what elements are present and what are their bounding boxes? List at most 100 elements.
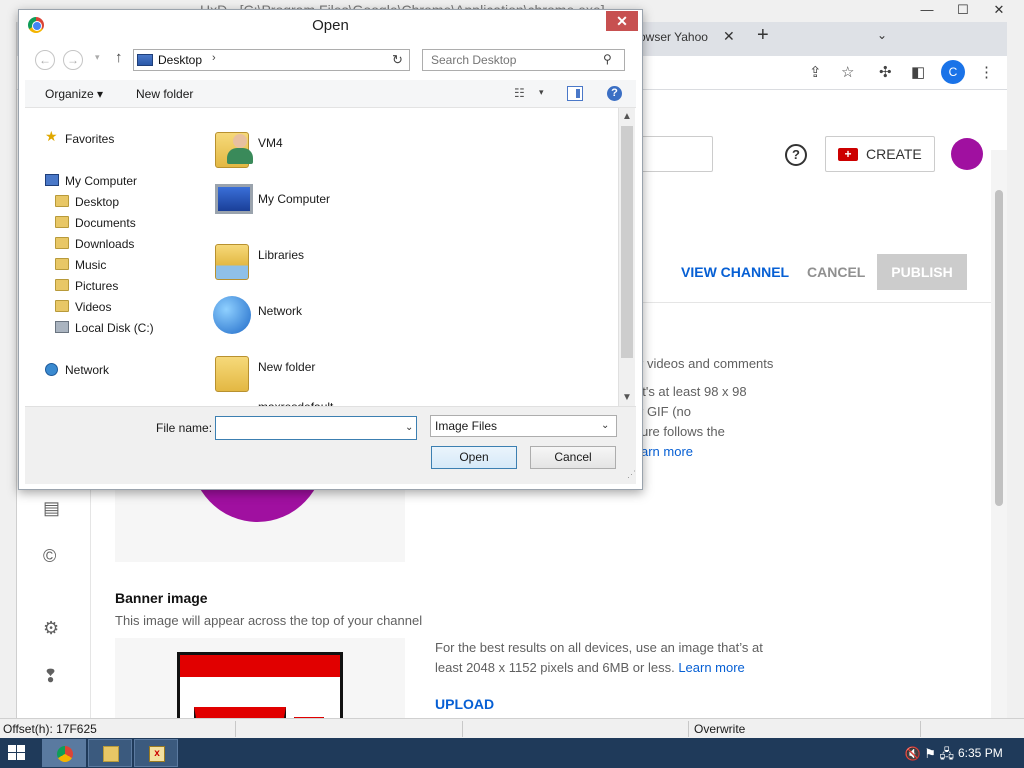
cancel-link[interactable]: CANCEL xyxy=(807,264,865,280)
up-arrow-icon[interactable]: ↑ xyxy=(115,49,123,66)
feedback-icon[interactable]: ❢ xyxy=(43,666,58,687)
address-chevron-icon[interactable]: › xyxy=(212,52,216,64)
status-mode: Overwrite xyxy=(694,722,746,736)
banner-subtitle: This image will appear across the top of… xyxy=(115,613,423,628)
search-input[interactable] xyxy=(422,49,625,71)
nav-local-disk[interactable]: Local Disk (C:) xyxy=(75,321,154,335)
organize-menu-button[interactable]: Organize ▾ xyxy=(45,87,103,101)
computer-icon xyxy=(45,174,59,186)
local-disk-icon xyxy=(55,321,69,333)
nav-pictures[interactable]: Pictures xyxy=(75,279,118,293)
tab-search-icon[interactable]: ⌄ xyxy=(877,28,887,42)
page-scrollbar[interactable] xyxy=(991,150,1007,718)
minimize-button[interactable]: — xyxy=(912,0,942,20)
folder-icon xyxy=(103,746,119,762)
preview-pane-icon[interactable] xyxy=(567,86,583,101)
file-name-input[interactable] xyxy=(215,416,417,440)
dialog-command-bar: Organize ▾ New folder ☷ ▾ ? xyxy=(25,80,636,108)
file-item[interactable]: Network xyxy=(201,282,601,338)
nav-network[interactable]: Network xyxy=(65,363,109,377)
file-item[interactable]: Libraries xyxy=(201,226,601,282)
scroll-up-icon[interactable]: ▲ xyxy=(622,111,632,122)
dialog-close-button[interactable]: ✕ xyxy=(606,11,638,31)
open-button[interactable]: Open xyxy=(431,446,517,469)
publish-button[interactable]: PUBLISH xyxy=(877,254,967,290)
picture-learn-more-link[interactable]: arn more xyxy=(641,444,693,459)
desktop-icon xyxy=(137,54,153,66)
chrome-icon xyxy=(57,746,73,762)
refresh-icon[interactable]: ↻ xyxy=(386,49,410,71)
nav-my-computer[interactable]: My Computer xyxy=(65,174,137,188)
help-icon[interactable]: ? xyxy=(607,86,622,101)
favorites-star-icon: ★ xyxy=(45,128,58,144)
new-tab-button[interactable]: + xyxy=(757,24,769,47)
file-name-label: File name: xyxy=(156,421,213,435)
banner-illustration xyxy=(177,652,343,718)
picture-description: r videos and comments xyxy=(639,356,774,371)
file-type-select[interactable]: Image Files ⌄ xyxy=(430,415,617,437)
network-icon xyxy=(45,363,58,376)
system-tray-icons[interactable]: 🔇 ⚑ 🖧 xyxy=(904,745,954,767)
sidepanel-icon[interactable]: ◧ xyxy=(911,63,925,81)
banner-preview xyxy=(115,638,405,718)
libraries-icon xyxy=(207,232,251,280)
address-bar[interactable]: Desktop › ⌄ xyxy=(133,49,410,71)
back-arrow-icon[interactable]: ← xyxy=(35,50,55,70)
banner-section-title: Banner image xyxy=(115,590,208,606)
dialog-title: Open xyxy=(312,17,349,34)
nav-favorites[interactable]: Favorites xyxy=(65,132,114,146)
taskbar-hxd-button[interactable]: x xyxy=(134,739,178,767)
view-channel-link[interactable]: VIEW CHANNEL xyxy=(681,264,789,280)
nav-documents[interactable]: Documents xyxy=(75,216,136,230)
tab-close-icon[interactable]: ✕ xyxy=(723,28,735,45)
file-item[interactable]: maxresdefault xyxy=(201,378,601,406)
file-list-scrollbar[interactable]: ▲ ▼ xyxy=(618,108,635,406)
change-view-icon[interactable]: ☷ xyxy=(514,86,530,100)
file-item[interactable]: My Computer xyxy=(201,170,601,226)
taskbar-chrome-button[interactable] xyxy=(42,739,86,767)
windows-start-icon[interactable] xyxy=(8,745,26,761)
nav-videos[interactable]: Videos xyxy=(75,300,111,314)
picture-requirement-2: r GIF (no xyxy=(639,404,692,419)
taskbar-explorer-button[interactable] xyxy=(88,739,132,767)
file-name: VM4 xyxy=(258,136,283,150)
subtitles-icon[interactable]: ▤ xyxy=(43,498,60,519)
nav-desktop[interactable]: Desktop xyxy=(75,195,119,209)
page-scroll-thumb[interactable] xyxy=(995,190,1003,506)
cancel-button[interactable]: Cancel xyxy=(530,446,616,469)
settings-icon[interactable]: ⚙ xyxy=(43,618,59,639)
status-offset: Offset(h): 17F625 xyxy=(3,722,97,736)
copyright-icon[interactable]: © xyxy=(43,546,56,567)
music-folder-icon xyxy=(55,258,69,270)
nav-music[interactable]: Music xyxy=(75,258,106,272)
navigation-pane: ★ Favorites My Computer Desktop Document… xyxy=(25,108,201,406)
resize-grip-icon[interactable]: ⋰ xyxy=(627,469,636,480)
taskbar-clock[interactable]: 6:35 PM xyxy=(958,746,1003,760)
file-name: Network xyxy=(258,304,303,318)
recent-locations-icon[interactable]: ▾ xyxy=(95,52,100,63)
documents-folder-icon xyxy=(55,216,69,228)
forward-arrow-icon[interactable]: → xyxy=(63,50,83,70)
banner-description-1: For the best results on all devices, use… xyxy=(435,640,763,655)
search-icon: ⚲ xyxy=(603,52,612,66)
view-options-chevron-icon[interactable]: ▾ xyxy=(539,87,544,98)
menu-icon[interactable]: ⋮ xyxy=(979,63,994,81)
close-window-button[interactable]: ✕ xyxy=(984,0,1014,20)
new-folder-button[interactable]: New folder xyxy=(136,87,193,101)
maximize-button[interactable]: ☐ xyxy=(948,0,978,20)
file-name-dropdown-icon[interactable]: ⌄ xyxy=(405,422,413,433)
hxd-icon: x xyxy=(149,746,165,762)
profile-avatar[interactable]: C xyxy=(941,60,965,84)
file-item[interactable]: VM4 xyxy=(201,114,601,170)
star-icon[interactable]: ☆ xyxy=(841,63,854,81)
file-list-scroll-thumb[interactable] xyxy=(621,126,633,358)
browser-tab-label[interactable]: owser Yahoo xyxy=(639,30,708,44)
banner-upload-button[interactable]: UPLOAD xyxy=(435,696,494,712)
banner-learn-more-link[interactable]: Learn more xyxy=(678,660,744,675)
extensions-icon[interactable]: ✣ xyxy=(879,63,892,81)
nav-downloads[interactable]: Downloads xyxy=(75,237,134,251)
address-location[interactable]: Desktop xyxy=(158,53,202,67)
dialog-titlebar: Open ✕ xyxy=(19,10,642,40)
scroll-down-icon[interactable]: ▼ xyxy=(622,392,632,403)
share-icon[interactable]: ⇪ xyxy=(809,63,822,81)
